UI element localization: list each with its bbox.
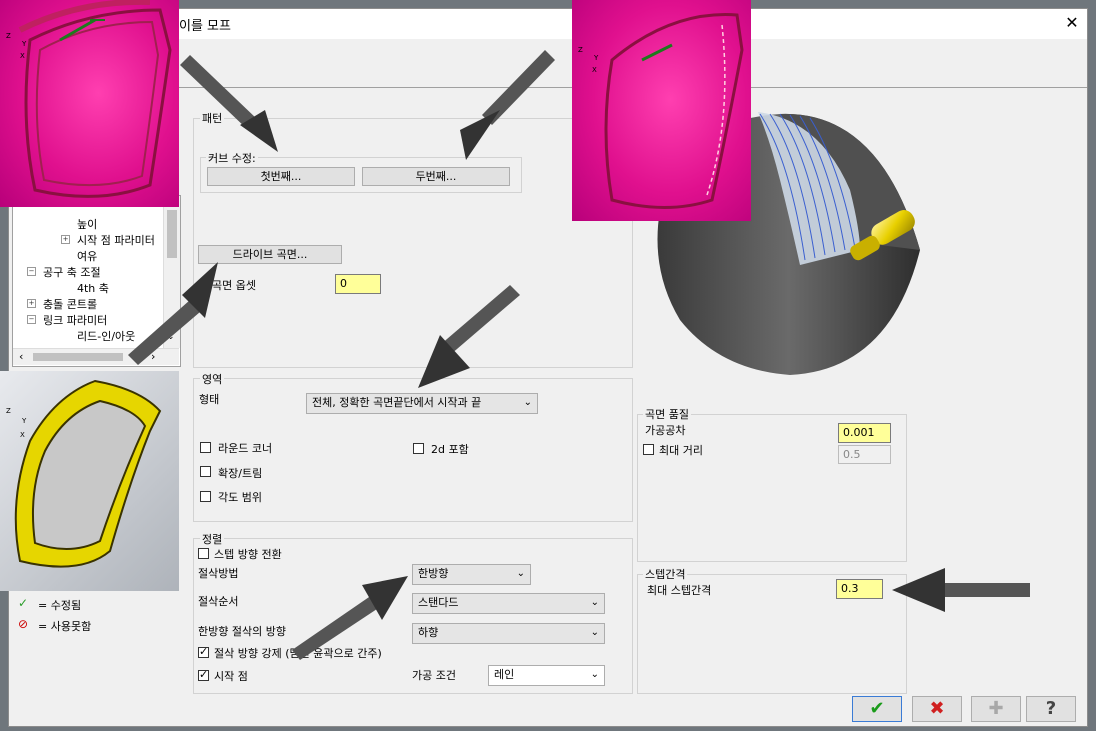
arrow-to-drive-surface — [128, 262, 218, 365]
arrow-to-shape-dropdown — [418, 285, 520, 388]
arrow-to-max-step — [892, 568, 1030, 612]
arrow-to-first-button — [180, 55, 278, 152]
arrow-to-cut-method — [292, 576, 408, 660]
annotation-arrows — [128, 50, 1030, 660]
arrow-to-second-button — [460, 50, 555, 160]
